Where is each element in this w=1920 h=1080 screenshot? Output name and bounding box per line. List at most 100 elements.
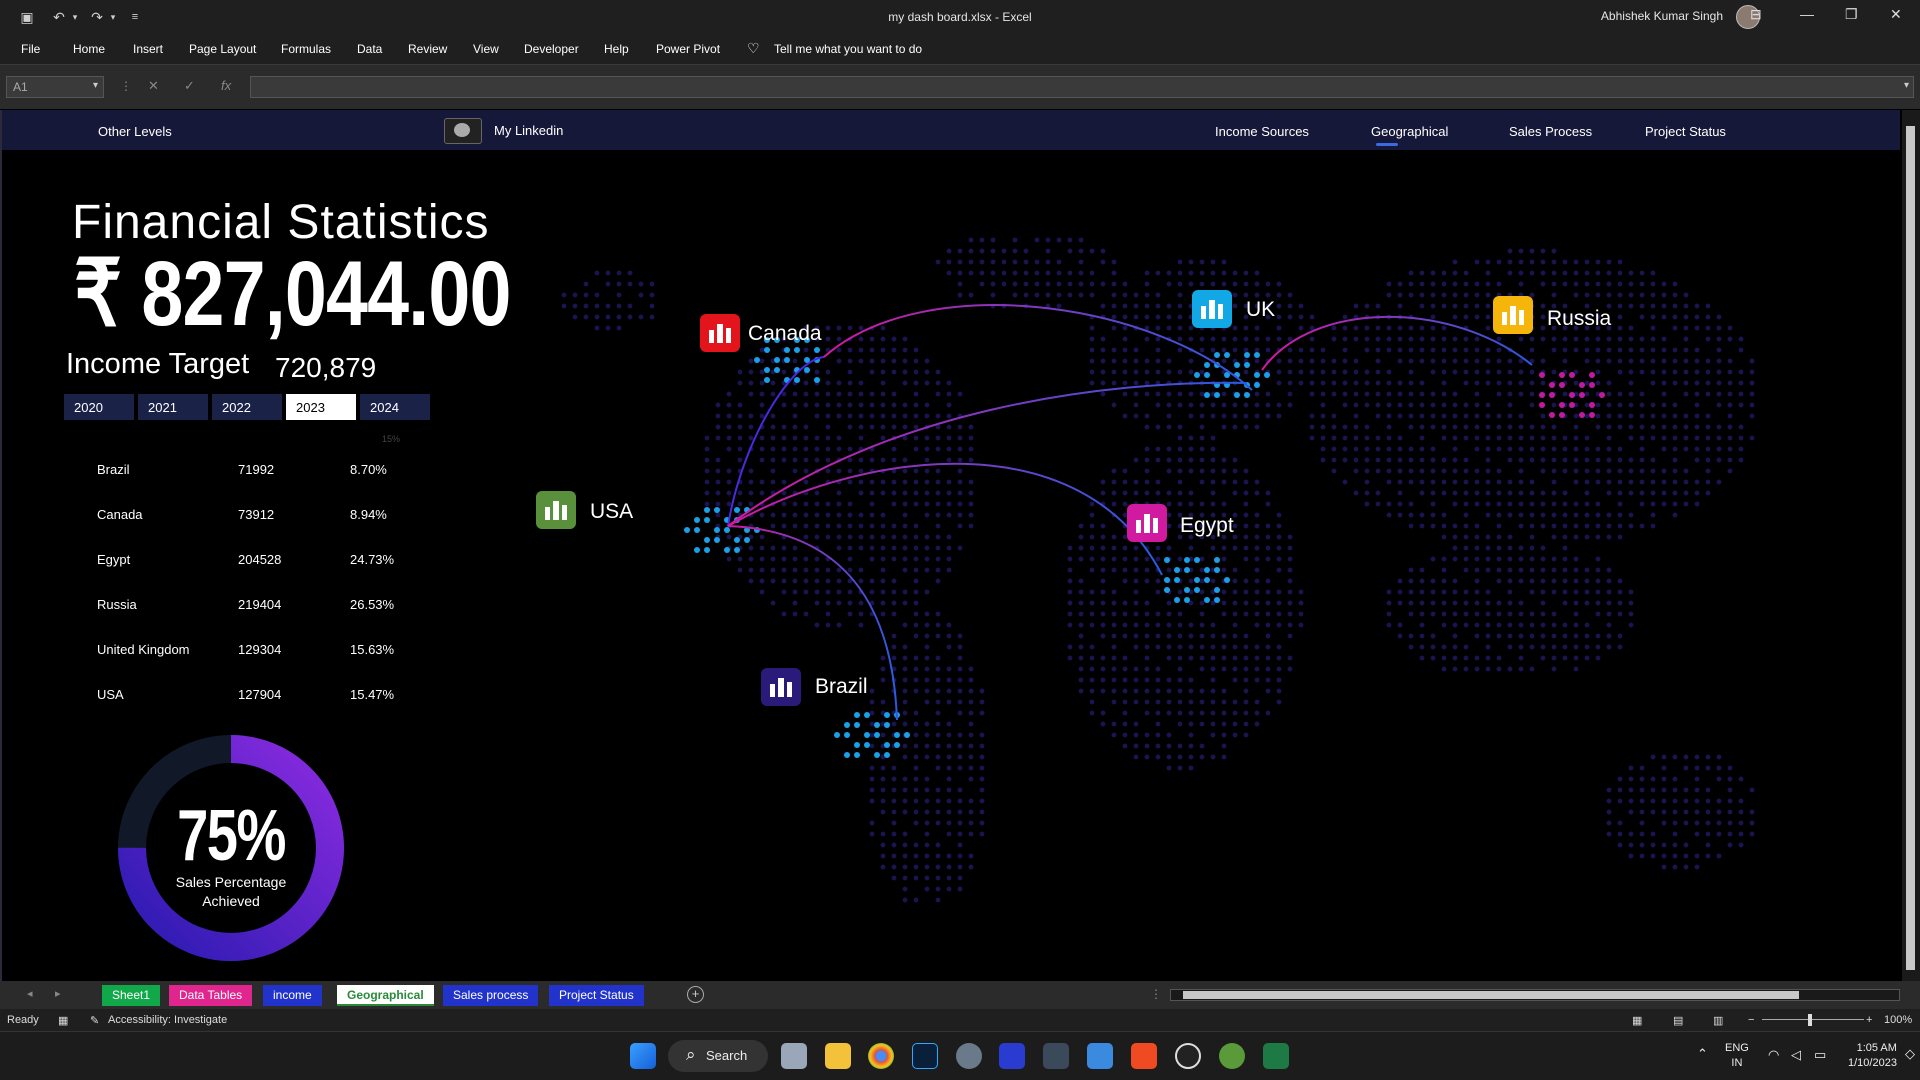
horizontal-scrollbar[interactable] <box>1170 989 1900 1001</box>
usa-building-icon[interactable] <box>536 491 576 529</box>
chrome-profile-icon[interactable] <box>1219 1043 1245 1069</box>
map-dot <box>891 457 897 463</box>
macro-record-icon[interactable]: ▦ <box>58 1014 68 1027</box>
add-sheet-icon[interactable]: + <box>687 986 704 1003</box>
map-dot <box>891 446 897 452</box>
menu-home[interactable]: Home <box>73 42 105 56</box>
brazil-building-icon[interactable] <box>761 668 801 706</box>
tab-scroll-right-icon[interactable]: ▸ <box>55 987 61 1000</box>
obs-icon[interactable] <box>1175 1043 1201 1069</box>
year-button-2024[interactable]: 2024 <box>360 394 430 420</box>
laptop-icon[interactable] <box>444 118 482 144</box>
map-dot <box>1397 512 1403 518</box>
zoom-level[interactable]: 100% <box>1884 1014 1912 1026</box>
map-dot <box>1188 765 1194 771</box>
canada-building-icon[interactable] <box>700 314 740 352</box>
vertical-scrollbar[interactable] <box>1902 110 1920 981</box>
photos-icon[interactable] <box>1087 1043 1113 1069</box>
map-dot <box>902 534 908 540</box>
formula-input[interactable] <box>250 76 1914 98</box>
enter-icon[interactable]: ✓ <box>184 78 195 94</box>
zoom-slider-thumb[interactable] <box>1808 1014 1812 1026</box>
tab-geographical[interactable]: Geographical <box>337 985 434 1006</box>
map-dot <box>1408 479 1414 485</box>
menu-insert[interactable]: Insert <box>133 42 163 56</box>
close-icon[interactable]: ✕ <box>1890 6 1902 23</box>
menu-file[interactable]: File <box>21 42 40 56</box>
zoom-in-icon[interactable]: + <box>1866 1014 1872 1026</box>
accessibility-status[interactable]: Accessibility: Investigate <box>108 1014 227 1026</box>
zoom-slider[interactable] <box>1762 1019 1864 1020</box>
restore-icon[interactable]: ❐ <box>1845 6 1858 23</box>
tab-data-tables[interactable]: Data Tables <box>169 985 253 1006</box>
tab-scroll-left-icon[interactable]: ◂ <box>27 987 33 1000</box>
app-icon[interactable] <box>999 1043 1025 1069</box>
map-dot <box>1485 567 1491 573</box>
year-button-2023[interactable]: 2023 <box>286 394 356 420</box>
nav-sales-process[interactable]: Sales Process <box>1509 124 1592 139</box>
nav-income-sources[interactable]: Income Sources <box>1215 124 1309 139</box>
brave-icon[interactable] <box>1131 1043 1157 1069</box>
page-layout-view-icon[interactable]: ▤ <box>1673 1014 1683 1027</box>
settings-icon[interactable] <box>956 1043 982 1069</box>
wifi-icon[interactable]: ◠ <box>1768 1047 1779 1062</box>
map-dot <box>1496 369 1502 375</box>
page-break-view-icon[interactable]: ▥ <box>1713 1014 1723 1027</box>
name-box[interactable]: A1 <box>6 76 104 98</box>
tab-splitter-icon[interactable]: ⋮ <box>1150 987 1162 1001</box>
tab-project-status[interactable]: Project Status <box>549 985 644 1006</box>
tell-me-search[interactable]: Tell me what you want to do <box>774 42 922 56</box>
map-dot <box>1298 622 1304 628</box>
taskbar-search[interactable]: Search <box>668 1040 768 1072</box>
menu-power-pivot[interactable]: Power Pivot <box>656 42 720 56</box>
ribbon-display-icon[interactable]: ⊟ <box>1750 6 1762 23</box>
file-explorer-icon[interactable] <box>825 1043 851 1069</box>
excel-icon[interactable] <box>1263 1043 1289 1069</box>
menu-review[interactable]: Review <box>408 42 447 56</box>
insert-function-icon[interactable]: fx <box>221 78 231 93</box>
nav-other-levels[interactable]: Other Levels <box>98 124 172 139</box>
map-dot <box>1518 468 1524 474</box>
nav-geographical[interactable]: Geographical <box>1371 124 1448 139</box>
year-button-2020[interactable]: 2020 <box>64 394 134 420</box>
menu-view[interactable]: View <box>473 42 499 56</box>
menu-formulas[interactable]: Formulas <box>281 42 331 56</box>
map-dot <box>1177 402 1183 408</box>
volume-icon[interactable]: ◁ <box>1791 1047 1801 1062</box>
tab-income[interactable]: income <box>263 985 322 1006</box>
accessibility-icon[interactable]: ✎ <box>90 1014 99 1027</box>
start-icon[interactable] <box>630 1043 656 1069</box>
normal-view-icon[interactable]: ▦ <box>1632 1014 1642 1027</box>
egypt-building-icon[interactable] <box>1127 504 1167 542</box>
menu-data[interactable]: Data <box>357 42 382 56</box>
tray-overflow-icon[interactable]: ⌃ <box>1697 1046 1708 1061</box>
menu-help[interactable]: Help <box>604 42 629 56</box>
vertical-scroll-thumb[interactable] <box>1906 126 1915 970</box>
year-button-2022[interactable]: 2022 <box>212 394 282 420</box>
language-indicator[interactable]: ENG IN <box>1725 1041 1749 1071</box>
nav-project-status[interactable]: Project Status <box>1645 124 1726 139</box>
year-button-2021[interactable]: 2021 <box>138 394 208 420</box>
tab-sales-process[interactable]: Sales process <box>443 985 539 1006</box>
cancel-icon[interactable]: ✕ <box>148 78 159 94</box>
nav-linkedin[interactable]: My Linkedin <box>494 123 563 138</box>
map-dot <box>1595 369 1601 375</box>
russia-building-icon[interactable] <box>1493 296 1533 334</box>
battery-icon[interactable]: ▭ <box>1814 1047 1826 1062</box>
user-name[interactable]: Abhishek Kumar Singh <box>1601 9 1723 23</box>
chrome-icon[interactable] <box>868 1043 894 1069</box>
horizontal-scroll-thumb[interactable] <box>1183 991 1799 999</box>
menu-page-layout[interactable]: Page Layout <box>189 42 256 56</box>
photoshop-icon[interactable] <box>912 1043 938 1069</box>
minimize-icon[interactable]: — <box>1800 6 1814 22</box>
zoom-out-icon[interactable]: − <box>1748 1014 1754 1026</box>
uk-building-icon[interactable] <box>1192 290 1232 328</box>
clock[interactable]: 1:05 AM 1/10/2023 <box>1848 1041 1897 1071</box>
map-dot <box>902 743 908 749</box>
tab-sheet1[interactable]: Sheet1 <box>102 985 161 1006</box>
map-dot <box>825 589 831 595</box>
stocks-icon[interactable] <box>1043 1043 1069 1069</box>
notification-icon[interactable]: ◇ <box>1905 1046 1915 1061</box>
menu-developer[interactable]: Developer <box>524 42 579 56</box>
task-view-icon[interactable] <box>781 1043 807 1069</box>
